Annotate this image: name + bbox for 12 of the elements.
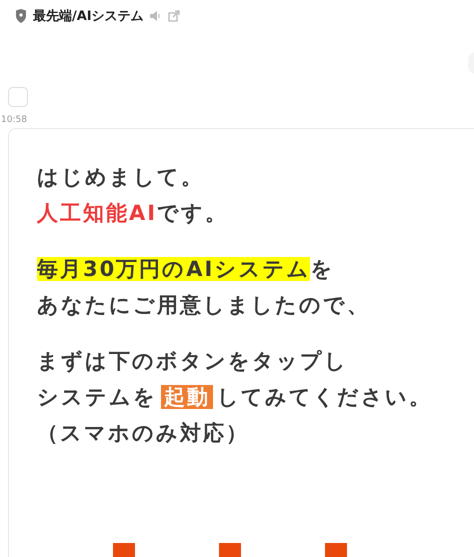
message-line: 人工知能AIです。 [37, 200, 230, 227]
message-line: システムを 起動 してみてください。 [37, 384, 433, 411]
message-line: はじめまして。 [37, 164, 205, 191]
avatar [8, 87, 28, 107]
shield-icon [15, 9, 27, 23]
message-line: あなたにご用意しましたので、 [37, 292, 371, 319]
message-line: まずは下のボタンをタップし [37, 348, 349, 375]
chat-title: 最先端/AIシステム [33, 8, 144, 25]
message-line: （スマホのみ対応） [37, 420, 250, 447]
speaker-icon[interactable] [150, 11, 162, 21]
message-time: 10:58 [1, 115, 27, 125]
external-link-icon[interactable] [168, 10, 180, 22]
